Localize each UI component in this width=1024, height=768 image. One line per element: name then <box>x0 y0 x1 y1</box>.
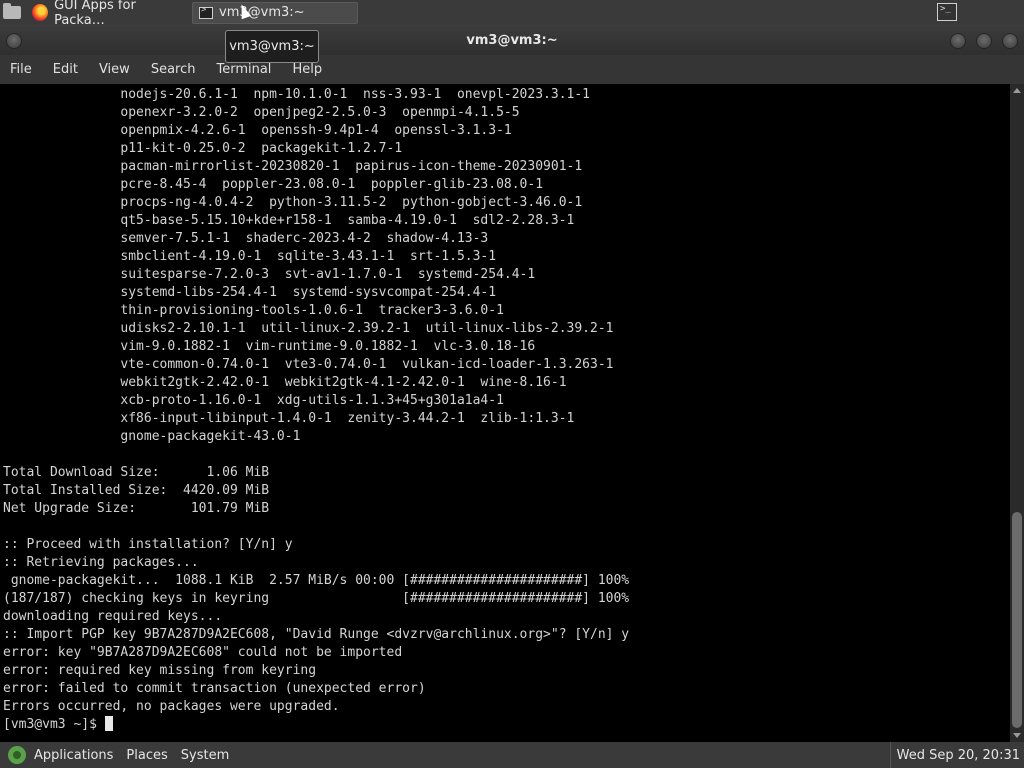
close-button[interactable] <box>1002 33 1018 49</box>
window-title: vm3@vm3:~ <box>466 32 558 48</box>
terminal-launcher-icon[interactable] <box>937 3 957 21</box>
taskbar-item-label: vm3@vm3:~ <box>219 5 305 20</box>
firefox-icon <box>32 4 49 21</box>
terminal-icon <box>199 5 213 19</box>
taskbar-tooltip: vm3@vm3:~ <box>225 30 319 63</box>
terminal-line: vte-common-0.74.0-1 vte3-0.74.0-1 vulkan… <box>3 357 614 372</box>
terminal-prompt-line[interactable]: [vm3@vm3 ~]$ <box>3 716 1010 734</box>
terminal-line: p11-kit-0.25.0-2 packagekit-1.2.7-1 <box>3 141 403 156</box>
menu-search[interactable]: Search <box>151 62 196 77</box>
terminal-line: :: Proceed with installation? [Y/n] y <box>3 537 293 552</box>
file-manager-launcher[interactable] <box>0 0 24 25</box>
applications-menu-icon[interactable] <box>8 746 26 764</box>
terminal-line: xcb-proto-1.16.0-1 xdg-utils-1.1.3+45+g3… <box>3 393 504 408</box>
terminal-line: systemd-libs-254.4-1 systemd-sysvcompat-… <box>3 285 497 300</box>
applications-menu[interactable]: Applications <box>34 748 113 763</box>
terminal-output[interactable]: nodejs-20.6.1-1 npm-10.1.0-1 nss-3.93-1 … <box>0 84 1010 742</box>
menu-terminal[interactable]: Terminal <box>216 62 271 77</box>
terminal-line: openexr-3.2.0-2 openjpeg2-2.5.0-3 openmp… <box>3 105 520 120</box>
terminal-line: semver-7.5.1-1 shaderc-2023.4-2 shadow-4… <box>3 231 489 246</box>
window-titlebar[interactable]: vm3@vm3:~ <box>0 25 1024 55</box>
clock[interactable]: Wed Sep 20, 20:31 <box>889 742 1020 768</box>
terminal-line: error: required key missing from keyring <box>3 663 317 678</box>
terminal-line: xf86-input-libinput-1.4.0-1 zenity-3.44.… <box>3 411 575 426</box>
terminal-line: :: Import PGP key 9B7A287D9A2EC608, "Dav… <box>3 627 630 642</box>
scroll-down-arrow-icon[interactable] <box>1013 733 1021 738</box>
top-panel: GUI Apps for Packa… vm3@vm3:~ <box>0 0 1024 28</box>
terminal-line: pacman-mirrorlist-20230820-1 papirus-ico… <box>3 159 583 174</box>
window-menu-button[interactable] <box>6 33 22 49</box>
system-menu[interactable]: System <box>181 748 229 763</box>
scroll-up-arrow-icon[interactable] <box>1013 88 1021 93</box>
terminal-line: nodejs-20.6.1-1 npm-10.1.0-1 nss-3.93-1 … <box>3 87 590 102</box>
bottom-panel: Applications Places System Wed Sep 20, 2… <box>0 742 1024 768</box>
menu-help[interactable]: Help <box>292 62 322 77</box>
terminal-line: Net Upgrade Size: 101.79 MiB <box>3 501 270 516</box>
terminal-line: udisks2-2.10.1-1 util-linux-2.39.2-1 uti… <box>3 321 614 336</box>
terminal-line: smbclient-4.19.0-1 sqlite-3.43.1-1 srt-1… <box>3 249 497 264</box>
terminal-line: gnome-packagekit... 1088.1 KiB 2.57 MiB/… <box>3 573 630 588</box>
scrollbar-thumb[interactable] <box>1012 512 1022 728</box>
terminal-line: pcre-8.45-4 poppler-23.08.0-1 poppler-gl… <box>3 177 544 192</box>
terminal-line: procps-ng-4.0.4-2 python-3.11.5-2 python… <box>3 195 583 210</box>
menu-edit[interactable]: Edit <box>53 62 78 77</box>
terminal-line: downloading required keys... <box>3 609 223 624</box>
terminal-lines: nodejs-20.6.1-1 npm-10.1.0-1 nss-3.93-1 … <box>0 84 1010 734</box>
terminal-scrollbar[interactable] <box>1010 84 1024 742</box>
terminal-line: vim-9.0.1882-1 vim-runtime-9.0.1882-1 vl… <box>3 339 536 354</box>
places-menu[interactable]: Places <box>126 748 167 763</box>
menu-file[interactable]: File <box>10 62 32 77</box>
minimize-button[interactable] <box>950 33 966 49</box>
terminal-line: thin-provisioning-tools-1.0.6-1 tracker3… <box>3 303 504 318</box>
text-cursor <box>104 716 113 731</box>
taskbar-item-firefox[interactable]: GUI Apps for Packa… <box>26 0 189 28</box>
terminal-line: openpmix-4.2.6-1 openssh-9.4p1-4 openssl… <box>3 123 512 138</box>
terminal-line: webkit2gtk-2.42.0-1 webkit2gtk-4.1-2.42.… <box>3 375 567 390</box>
terminal-line: Total Download Size: 1.06 MiB <box>3 465 270 480</box>
menu-view[interactable]: View <box>99 62 130 77</box>
terminal-line: Total Installed Size: 4420.09 MiB <box>3 483 270 498</box>
terminal-line: gnome-packagekit-43.0-1 <box>3 429 301 444</box>
terminal-line: Errors occurred, no packages were upgrad… <box>3 699 340 714</box>
terminal-line: qt5-base-5.15.10+kde+r158-1 samba-4.19.0… <box>3 213 575 228</box>
folder-icon <box>3 3 21 19</box>
maximize-button[interactable] <box>976 33 992 49</box>
taskbar-item-label: GUI Apps for Packa… <box>54 0 136 28</box>
taskbar-item-terminal[interactable]: vm3@vm3:~ <box>192 1 358 24</box>
terminal-line: error: key "9B7A287D9A2EC608" could not … <box>3 645 403 660</box>
menubar: File Edit View Search Terminal Help <box>0 55 1024 84</box>
terminal-line: suitesparse-7.2.0-3 svt-av1-1.7.0-1 syst… <box>3 267 536 282</box>
shell-prompt: [vm3@vm3 ~]$ <box>3 717 105 732</box>
terminal-line: error: failed to commit transaction (une… <box>3 681 426 696</box>
terminal-line: :: Retrieving packages... <box>3 555 199 570</box>
terminal-line: (187/187) checking keys in keyring [####… <box>3 591 630 606</box>
